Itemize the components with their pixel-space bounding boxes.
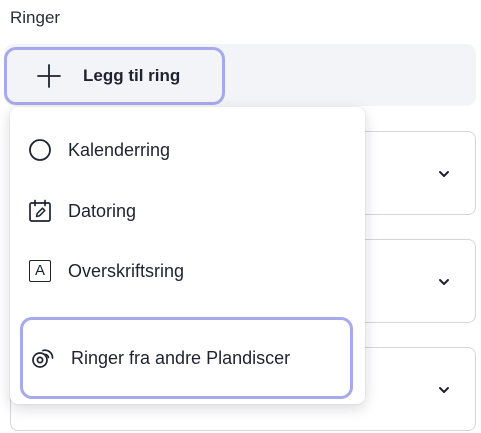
chevron-down-icon [439,171,449,177]
add-ring-button[interactable]: Legg til ring [4,47,225,105]
section-title: Ringer [10,8,61,27]
plus-icon [37,64,61,88]
add-ring-label: Legg til ring [83,66,181,85]
menu-item-label: Ringer fra andre Plandiscer [71,347,291,368]
add-ring-menu: Kalenderring Datoring A Overskriftsring … [10,107,365,404]
calendar-edit-icon [28,199,52,223]
menu-item-label: Kalenderring [68,139,171,160]
letter-a-icon: A [28,259,52,283]
chevron-down-icon [439,387,449,393]
menu-item-ringer-fra-andre-plandiscer[interactable]: Ringer fra andre Plandiscer [20,317,353,399]
menu-item-datoring[interactable]: Datoring [28,199,136,223]
menu-item-overskriftsring[interactable]: A Overskriftsring [28,259,184,283]
menu-item-label: Overskriftsring [68,260,185,281]
menu-item-label: Datoring [68,200,137,221]
chevron-down-icon [439,279,449,285]
menu-item-kalenderring[interactable]: Kalenderring [28,138,170,162]
linked-rings-icon [31,346,55,370]
circle-icon [28,138,52,162]
